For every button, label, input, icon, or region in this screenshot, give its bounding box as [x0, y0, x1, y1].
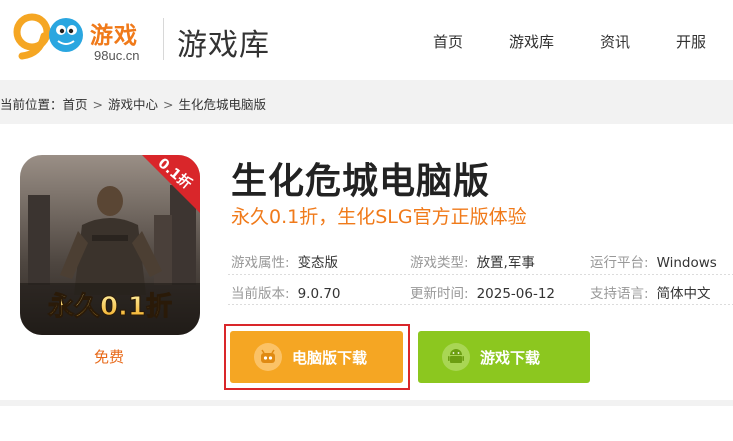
meta-update-time: 更新时间: 2025-06-12	[410, 282, 555, 302]
game-info-card: 0.1折 永久0.1折 免费 生化危城电脑版 永久0.1折，生化SLG官方正版体…	[0, 124, 733, 400]
breadcrumb-item-current[interactable]: 生化危城电脑版	[179, 94, 267, 113]
price-label: 免费	[94, 348, 125, 366]
meta-key: 支持语言:	[590, 286, 649, 302]
breadcrumb-separator: >	[92, 97, 104, 112]
logo-text: 游戏	[90, 23, 138, 49]
next-section	[0, 406, 733, 441]
meta-value: 2025-06-12	[476, 286, 556, 302]
game-cover-image[interactable]: 0.1折 永久0.1折	[20, 155, 200, 335]
breadcrumb-separator: >	[163, 97, 174, 112]
nav-server-open[interactable]: 开服	[676, 31, 706, 52]
meta-key: 更新时间:	[410, 286, 469, 302]
nav-news[interactable]: 资讯	[600, 31, 630, 52]
game-download-button[interactable]: 游戏下载	[418, 331, 590, 383]
meta-attribute: 游戏属性: 变态版	[231, 251, 338, 271]
breadcrumb: 当前位置：首页 > 游戏中心 > 生化危城电脑版	[0, 94, 266, 113]
android-icon	[442, 343, 470, 371]
game-cover-art: 0.1折 永久0.1折	[20, 155, 200, 335]
section-title: 游戏库	[177, 28, 270, 63]
meta-value: 9.0.70	[297, 286, 341, 302]
game-slogan: 永久0.1折，生化SLG官方正版体验	[231, 206, 527, 228]
site-logo[interactable]: 游戏 98uc.cn	[10, 8, 150, 72]
nav-game-library[interactable]: 游戏库	[509, 31, 554, 52]
meta-divider	[228, 274, 733, 275]
meta-value: 放置,军事	[476, 255, 535, 271]
meta-value: Windows	[656, 255, 717, 271]
meta-key: 当前版本:	[231, 286, 290, 302]
header-divider	[163, 18, 164, 60]
breadcrumb-prefix: 当前位置：	[0, 97, 63, 112]
cover-caption-text: 永久0.1折	[48, 292, 172, 322]
meta-value: 变态版	[297, 255, 339, 271]
meta-platform: 运行平台: Windows	[590, 251, 717, 271]
meta-divider	[228, 304, 733, 305]
site-header: 游戏 98uc.cn 游戏库 首页 游戏库 资讯 开服	[0, 0, 733, 80]
logo-domain: 98uc.cn	[94, 48, 140, 63]
meta-genre: 游戏类型: 放置,军事	[410, 251, 535, 271]
meta-version: 当前版本: 9.0.70	[231, 282, 341, 302]
meta-language: 支持语言: 简体中文	[590, 282, 711, 302]
game-title: 生化危城电脑版	[231, 161, 491, 202]
breadcrumb-item-home[interactable]: 首页	[63, 94, 88, 113]
nav-home[interactable]: 首页	[433, 31, 463, 52]
game-download-label: 游戏下载	[480, 348, 541, 367]
pc-download-button[interactable]: 电脑版下载	[230, 331, 403, 383]
robot-icon	[254, 343, 282, 371]
breadcrumb-item-game-center[interactable]: 游戏中心	[108, 94, 158, 113]
meta-key: 游戏类型:	[410, 255, 469, 271]
logo-98-icon	[13, 13, 83, 60]
pc-download-label: 电脑版下载	[292, 348, 368, 367]
meta-value: 简体中文	[656, 286, 711, 302]
meta-key: 运行平台:	[590, 255, 649, 271]
meta-key: 游戏属性:	[231, 255, 290, 271]
